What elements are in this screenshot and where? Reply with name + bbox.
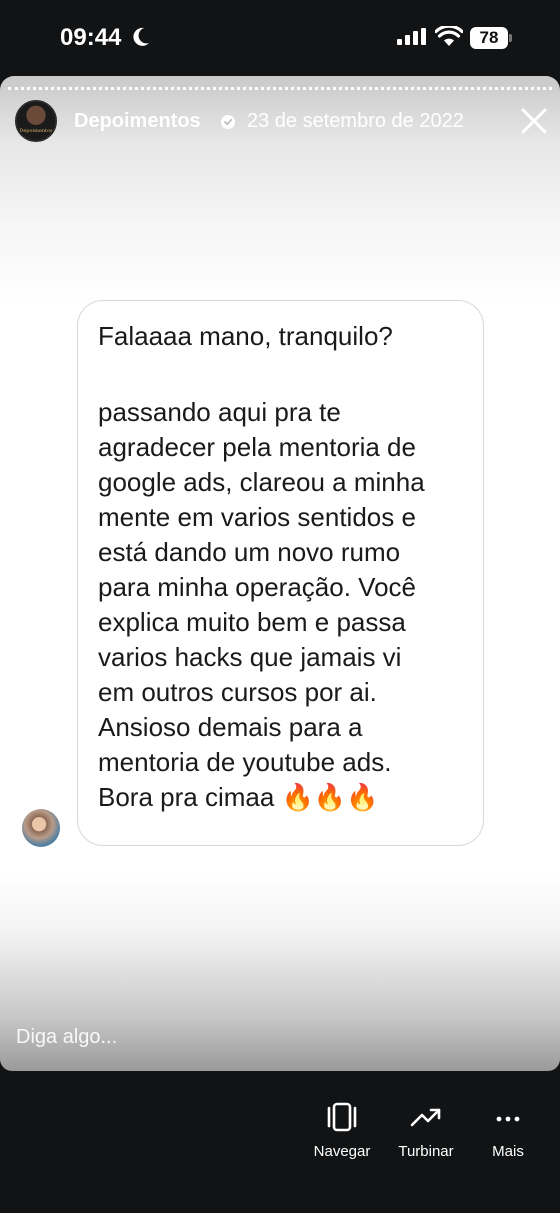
browse-cards-icon (327, 1102, 357, 1132)
story-viewer[interactable]: Depoimentos Depoimentos 23 de setembro d… (0, 76, 560, 1071)
message-line: Falaaaa mano, tranquilo? (98, 321, 393, 351)
more-dots-icon (496, 1116, 520, 1122)
trending-up-icon (410, 1108, 441, 1127)
mais-label: Mais (492, 1143, 524, 1160)
sender-avatar (22, 809, 60, 847)
message-line: varios hacks que jamais vi (98, 642, 402, 672)
mais-button[interactable]: Mais (468, 1101, 548, 1160)
message-line: explica muito bem e passa (98, 607, 406, 637)
message-line: mentoria de youtube ads. (98, 747, 392, 777)
wifi-icon (435, 26, 463, 46)
navegar-label: Navegar (313, 1143, 371, 1160)
bottom-action-bar: Navegar Turbinar Mais (0, 1071, 560, 1213)
message-line: agradecer pela mentoria de (98, 432, 416, 462)
navegar-button[interactable]: Navegar (302, 1101, 382, 1160)
message-bubble: Falaaaa mano, tranquilo? passando aqui p… (77, 300, 484, 846)
message-line: para minha operação. Você (98, 572, 416, 602)
message-line: passando aqui pra te (98, 397, 341, 427)
profile-avatar[interactable]: Depoimentos (15, 100, 57, 142)
moon-icon (133, 27, 149, 46)
close-icon[interactable] (519, 106, 549, 136)
cellular-signal-icon (397, 28, 426, 45)
battery-tip (509, 34, 512, 42)
story-date: 23 de setembro de 2022 (247, 110, 464, 132)
battery-indicator: 78 (470, 27, 508, 49)
clock: 09:44 (60, 24, 122, 51)
story-progress-bar (8, 87, 552, 90)
turbinar-label: Turbinar (398, 1143, 454, 1160)
message-line: Bora pra cimaa 🔥🔥🔥 (98, 782, 379, 812)
message-line: em outros cursos por ai. (98, 677, 377, 707)
message-line: google ads, clareou a minha (98, 467, 425, 497)
verified-badge-icon (221, 115, 235, 129)
username[interactable]: Depoimentos (74, 110, 201, 133)
story-header: Depoimentos Depoimentos 23 de setembro d… (0, 100, 560, 144)
avatar-logo-text: Depoimentos (19, 128, 53, 134)
turbinar-button[interactable]: Turbinar (386, 1101, 466, 1160)
message-line: está dando um novo rumo (98, 537, 401, 567)
status-bar: 09:44 78 (0, 0, 560, 76)
reply-input[interactable]: Diga algo... (16, 1026, 117, 1049)
message-line: mente em varios sentidos e (98, 502, 416, 532)
message-line: Ansioso demais para a (98, 712, 363, 742)
